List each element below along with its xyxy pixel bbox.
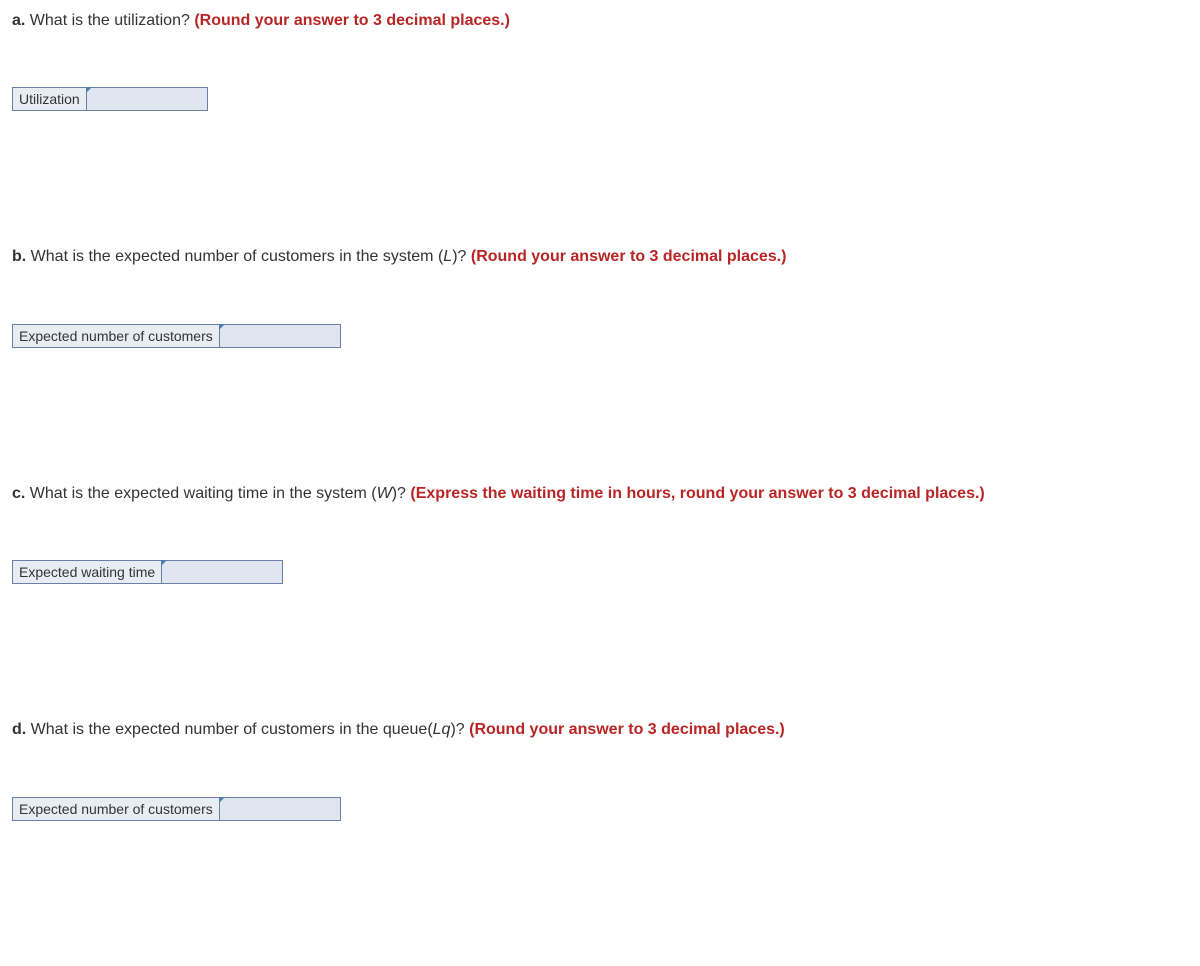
question-d-label: d. <box>12 721 26 738</box>
question-d-hint: (Round your answer to 3 decimal places.) <box>469 721 785 738</box>
question-c-body-post: )? <box>392 485 411 502</box>
input-indicator-icon <box>86 87 92 93</box>
question-b-italic: L <box>443 248 452 265</box>
answer-d-input-cell[interactable] <box>219 797 340 820</box>
answer-c-label: Expected waiting time <box>13 561 162 584</box>
question-d-body-post: )? <box>450 721 469 738</box>
question-c-text: c. What is the expected waiting time in … <box>12 483 1188 505</box>
question-a-text: a. What is the utilization? (Round your … <box>12 10 1188 32</box>
answer-a-input-cell[interactable] <box>86 88 207 111</box>
question-d: d. What is the expected number of custom… <box>12 719 1188 820</box>
question-a-hint: (Round your answer to 3 decimal places.) <box>194 12 510 29</box>
question-d-italic: Lq <box>433 721 451 738</box>
question-c-hint: (Express the waiting time in hours, roun… <box>410 485 984 502</box>
answer-table-c: Expected waiting time <box>12 560 283 584</box>
answer-c-input[interactable] <box>162 562 282 582</box>
question-b-text: b. What is the expected number of custom… <box>12 246 1188 268</box>
answer-b-input-cell[interactable] <box>219 324 340 347</box>
question-d-body-pre: What is the expected number of customers… <box>26 721 432 738</box>
question-b-label: b. <box>12 248 26 265</box>
question-a-label: a. <box>12 12 25 29</box>
question-b-hint: (Round your answer to 3 decimal places.) <box>471 248 787 265</box>
answer-table-b: Expected number of customers <box>12 324 341 348</box>
input-indicator-icon <box>219 797 225 803</box>
question-b: b. What is the expected number of custom… <box>12 246 1188 347</box>
answer-c-input-cell[interactable] <box>162 561 283 584</box>
question-c-body-pre: What is the expected waiting time in the… <box>25 485 376 502</box>
answer-d-input[interactable] <box>220 799 340 819</box>
answer-b-label: Expected number of customers <box>13 324 220 347</box>
input-indicator-icon <box>219 324 225 330</box>
answer-a-input[interactable] <box>87 89 207 109</box>
question-a: a. What is the utilization? (Round your … <box>12 10 1188 111</box>
answer-b-input[interactable] <box>220 326 340 346</box>
input-indicator-icon <box>161 560 167 566</box>
answer-a-label: Utilization <box>13 88 87 111</box>
question-c-italic: W <box>377 485 392 502</box>
question-a-body: What is the utilization? <box>25 12 194 29</box>
answer-table-d: Expected number of customers <box>12 797 341 821</box>
answer-table-a: Utilization <box>12 87 208 111</box>
answer-d-label: Expected number of customers <box>13 797 220 820</box>
question-d-text: d. What is the expected number of custom… <box>12 719 1188 741</box>
question-c-label: c. <box>12 485 25 502</box>
question-c: c. What is the expected waiting time in … <box>12 483 1188 584</box>
question-b-body-pre: What is the expected number of customers… <box>26 248 443 265</box>
question-b-body-post: )? <box>452 248 471 265</box>
